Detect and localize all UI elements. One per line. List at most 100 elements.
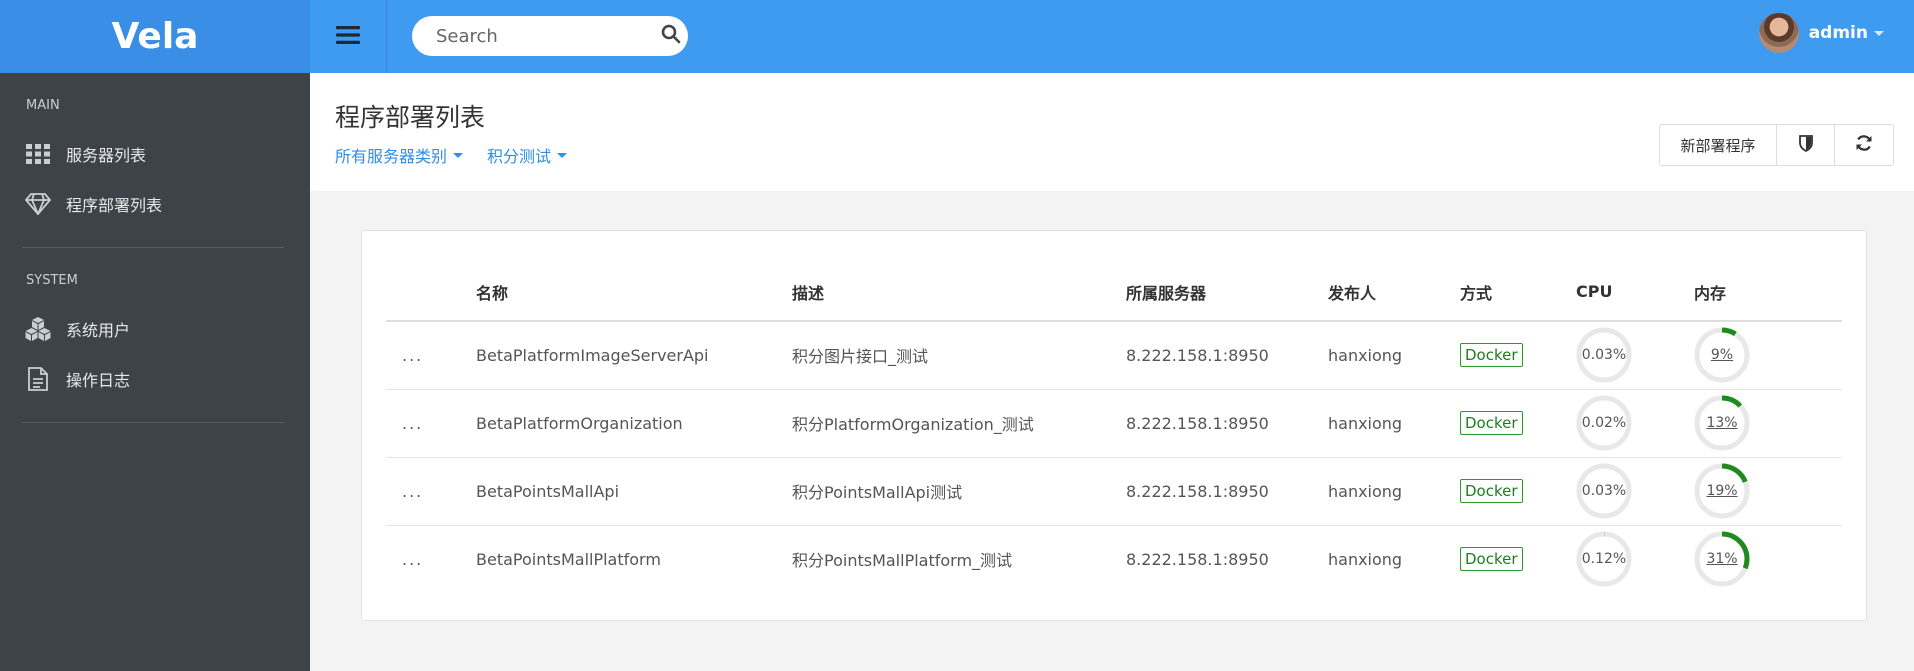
chevron-down-icon: [453, 152, 464, 158]
row-mem: 19%: [1694, 457, 1842, 526]
cpu-value: 0.02%: [1581, 415, 1627, 431]
filter-bar: 所有服务器类别 积分测试: [335, 143, 568, 167]
row-desc: 积分PointsMallPlatform_测试: [792, 551, 1013, 571]
row-cpu: 0.03%: [1576, 457, 1694, 526]
sidebar-divider: [22, 422, 284, 423]
action-buttons: 新部署程序: [1659, 124, 1894, 166]
mem-value[interactable]: 13%: [1694, 395, 1750, 451]
method-badge: Docker: [1460, 411, 1523, 435]
col-more-header: [386, 263, 476, 322]
table-row: ... BetaPlatformOrganization 积分PlatformO…: [386, 389, 1842, 458]
sidebar-item-label: 服务器列表: [66, 146, 147, 165]
avatar: [1758, 13, 1799, 53]
row-more-button[interactable]: ...: [386, 321, 476, 390]
refresh-icon: [1855, 134, 1873, 156]
refresh-button[interactable]: [1835, 125, 1893, 165]
row-cpu: 0.03%: [1576, 321, 1694, 390]
mem-ring: 13%: [1694, 395, 1750, 451]
filter-label: 积分测试: [487, 147, 552, 166]
row-server: 8.222.158.1:8950: [1126, 457, 1328, 526]
row-desc: 积分PointsMallApi测试: [792, 457, 1126, 526]
filter-group[interactable]: 积分测试: [487, 143, 568, 167]
mem-value[interactable]: 31%: [1694, 531, 1750, 587]
row-desc: 积分图片接口_测试: [792, 321, 1126, 390]
row-name: BetaPlatformOrganization: [476, 389, 792, 458]
row-method: Docker: [1460, 457, 1576, 526]
menu-toggle-button[interactable]: [310, 0, 387, 73]
top-bar: admin: [310, 0, 1914, 73]
sidebar-section-system: SYSTEM: [26, 273, 78, 288]
sidebar-section-main: MAIN: [26, 98, 60, 113]
diamond-icon: [24, 190, 52, 218]
app-logo[interactable]: Vela: [0, 0, 310, 73]
col-server-header: 所属服务器: [1126, 263, 1328, 322]
row-server: 8.222.158.1:8950: [1126, 321, 1328, 390]
row-cpu: 0.02%: [1576, 389, 1694, 458]
row-mem: 31%: [1694, 525, 1842, 593]
user-menu[interactable]: admin: [1758, 13, 1884, 53]
sidebar-item-label: 程序部署列表: [66, 196, 163, 215]
method-badge: Docker: [1460, 479, 1523, 503]
cpu-value: 0.03%: [1581, 483, 1627, 499]
search-input[interactable]: [436, 25, 661, 47]
row-more-button[interactable]: ...: [386, 457, 476, 526]
sidebar-item-label: 系统用户: [66, 321, 131, 340]
method-badge: Docker: [1460, 547, 1523, 572]
row-name: BetaPlatformImageServerApi: [476, 321, 792, 390]
search-box: [412, 16, 688, 56]
cpu-ring: 0.03%: [1576, 327, 1632, 383]
user-name: admin: [1808, 23, 1868, 43]
col-mem-header: 内存: [1694, 263, 1842, 322]
filter-server-category[interactable]: 所有服务器类别: [335, 143, 464, 167]
col-name-header: 名称: [476, 263, 792, 322]
shield-button[interactable]: [1777, 125, 1835, 165]
sidebar: Vela MAIN 服务器列表 程序部署列表 SYSTEM 系统用户 操作日志: [0, 0, 310, 671]
row-publisher: hanxiong: [1328, 457, 1460, 526]
row-server: 8.222.158.1:8950: [1126, 549, 1269, 569]
grid-icon: [24, 140, 52, 168]
row-publisher: hanxiong: [1328, 389, 1460, 458]
col-cpu-header: CPU: [1576, 263, 1694, 322]
cpu-value: 0.03%: [1581, 347, 1627, 364]
table-header-row: 名称 描述 所属服务器 发布人 方式 CPU 内存: [386, 263, 1842, 322]
deployments-table: 名称 描述 所属服务器 发布人 方式 CPU 内存 ... BetaPlatfo…: [386, 263, 1842, 593]
chevron-down-icon: [557, 152, 568, 158]
page-title: 程序部署列表: [335, 103, 486, 132]
sidebar-item-users[interactable]: 系统用户: [0, 304, 310, 354]
cpu-ring: 0.03%: [1576, 463, 1632, 519]
row-publisher: hanxiong: [1328, 549, 1403, 569]
shield-icon: [1798, 134, 1813, 156]
search-icon[interactable]: [661, 24, 681, 48]
table-row: ... BetaPointsMallPlatform 积分PointsMallP…: [386, 525, 1842, 593]
deployments-card: 名称 描述 所属服务器 发布人 方式 CPU 内存 ... BetaPlatfo…: [361, 230, 1867, 621]
sidebar-item-deployments[interactable]: 程序部署列表: [0, 179, 310, 229]
document-icon: [24, 365, 52, 393]
row-name: BetaPointsMallApi: [476, 457, 792, 526]
mem-value[interactable]: 19%: [1694, 463, 1750, 519]
col-method-header: 方式: [1460, 263, 1576, 322]
sidebar-item-logs[interactable]: 操作日志: [0, 354, 310, 404]
col-desc-header: 描述: [792, 263, 1126, 322]
new-deploy-button[interactable]: 新部署程序: [1660, 125, 1777, 165]
row-desc: 积分PlatformOrganization_测试: [792, 389, 1126, 458]
cpu-value: 0.12%: [1581, 551, 1627, 568]
mem-ring: 9%: [1694, 327, 1750, 383]
row-more-button[interactable]: ...: [386, 389, 476, 458]
row-cpu: 0.12%: [1576, 525, 1694, 593]
row-mem: 9%: [1694, 321, 1842, 390]
mem-ring: 19%: [1694, 463, 1750, 519]
row-more-button[interactable]: ...: [386, 525, 476, 593]
sidebar-item-servers[interactable]: 服务器列表: [0, 129, 310, 179]
sidebar-item-label: 操作日志: [66, 371, 131, 390]
mem-value[interactable]: 9%: [1694, 327, 1750, 383]
cpu-ring: 0.12%: [1576, 531, 1632, 587]
row-server: 8.222.158.1:8950: [1126, 389, 1328, 458]
hamburger-icon: [336, 25, 360, 49]
table-row: ... BetaPlatformImageServerApi 积分图片接口_测试…: [386, 321, 1842, 390]
cubes-icon: [24, 315, 52, 343]
table-row: ... BetaPointsMallApi 积分PointsMallApi测试 …: [386, 457, 1842, 526]
row-method: Docker: [1460, 389, 1576, 458]
row-publisher: hanxiong: [1328, 321, 1460, 390]
method-badge: Docker: [1460, 343, 1523, 368]
row-method: Docker: [1460, 525, 1576, 593]
